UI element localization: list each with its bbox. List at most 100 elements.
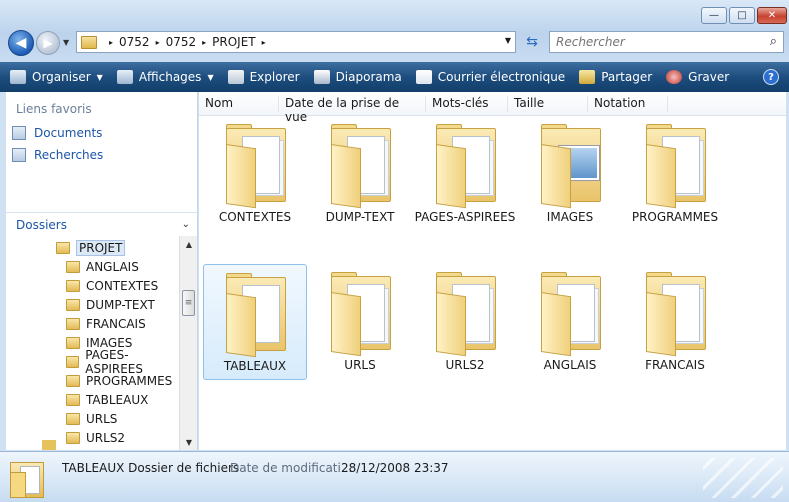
folder-tile-programmes[interactable]: PROGRAMMES — [623, 116, 727, 232]
favorite-documents[interactable]: Documents — [12, 126, 102, 140]
command-bar: Organiser ▼ Affichages ▼ Explorer Diapor… — [0, 62, 789, 92]
column-rating[interactable]: Notation — [588, 96, 668, 112]
tree-item-pages-aspirees[interactable]: PAGES-ASPIREES — [66, 348, 180, 376]
organize-label: Organiser — [32, 70, 91, 84]
slideshow-button[interactable]: Diaporama — [313, 70, 402, 84]
folder-tile-contextes[interactable]: CONTEXTES — [203, 116, 307, 232]
folders-header[interactable]: Dossiers ⌄ — [6, 212, 198, 236]
favorite-searches[interactable]: Recherches — [12, 148, 103, 162]
scroll-up-button[interactable]: ▲ — [180, 236, 198, 252]
details-date-value: 28/12/2008 23:37 — [341, 461, 449, 475]
breadcrumb-separator[interactable]: ▸ — [202, 38, 206, 47]
recent-pages-dropdown[interactable]: ▼ — [63, 38, 69, 47]
tree-item-contextes[interactable]: CONTEXTES — [66, 276, 158, 295]
folder-tile-anglais[interactable]: ANGLAIS — [518, 264, 622, 380]
tree-item-tableaux[interactable]: TABLEAUX — [66, 390, 148, 409]
tree-item-programmes[interactable]: PROGRAMMES — [66, 371, 172, 390]
folder-icon — [430, 122, 500, 209]
arrow-right-icon: ▶ — [43, 36, 53, 50]
folder-icon — [66, 279, 80, 292]
chevron-down-icon: ⌄ — [181, 219, 190, 230]
column-name[interactable]: Nom — [199, 96, 279, 112]
organize-button[interactable]: Organiser ▼ — [10, 70, 103, 84]
close-button[interactable]: ✕ — [757, 7, 787, 24]
folder-tile-pages-aspirees[interactable]: PAGES-ASPIREES — [413, 116, 517, 232]
close-icon: ✕ — [767, 9, 777, 21]
back-button[interactable]: ◀ — [8, 30, 34, 56]
folder-icon — [220, 122, 290, 209]
tree-item-label: ANGLAIS — [86, 259, 139, 274]
folder-tile-francais[interactable]: FRANCAIS — [623, 264, 727, 380]
tree-item-label: FRANCAIS — [86, 316, 146, 331]
burn-icon — [666, 70, 683, 84]
explore-label: Explorer — [249, 70, 300, 84]
minimize-button[interactable]: — — [701, 7, 727, 24]
tree-item-label: URLS2 — [86, 430, 126, 445]
folder-icon — [66, 393, 80, 406]
folder-icon — [66, 374, 80, 387]
folder-icon — [56, 241, 70, 254]
tree-scrollbar[interactable]: ▲ ≡ ▼ — [179, 236, 197, 450]
folder-tile-images[interactable]: IMAGES — [518, 116, 622, 232]
column-size[interactable]: Taille — [508, 96, 588, 112]
help-button[interactable]: ? — [763, 69, 779, 85]
tree-item-anglais[interactable]: ANGLAIS — [66, 257, 139, 276]
folder-icon — [640, 270, 710, 357]
tree-item-projet[interactable]: PROJET — [56, 238, 126, 257]
favorite-label: Recherches — [34, 148, 104, 162]
burn-button[interactable]: Graver — [666, 70, 729, 84]
breadcrumb-item[interactable]: 0752 — [166, 35, 197, 49]
column-tags[interactable]: Mots-clés — [426, 96, 508, 112]
share-button[interactable]: Partager — [579, 70, 652, 84]
folder-icon — [66, 336, 80, 349]
folder-icon — [325, 270, 395, 357]
share-icon — [579, 70, 596, 84]
slideshow-icon — [313, 70, 330, 84]
folder-icon — [81, 35, 97, 49]
folder-tile-tableaux[interactable]: TABLEAUX — [203, 264, 307, 380]
folder-icon — [535, 270, 605, 357]
details-pane: TABLEAUX Dossier de fichiers Date de mod… — [0, 451, 789, 502]
breadcrumb-item[interactable]: 0752 — [119, 35, 150, 49]
folders-title: Dossiers — [16, 217, 67, 232]
tree-item-dump-text[interactable]: DUMP-TEXT — [66, 295, 155, 314]
title-bar: — □ ✕ ◀ ▶ ▼ ▸ 0752 ▸ 0752 ▸ PROJET ▸ ▼ ⇆… — [0, 0, 789, 62]
explore-icon — [227, 70, 244, 84]
explore-button[interactable]: Explorer — [227, 70, 300, 84]
maximize-button[interactable]: □ — [729, 7, 755, 24]
folder-label: PROGRAMMES — [631, 210, 719, 224]
search-input[interactable] — [556, 35, 756, 49]
address-bar[interactable]: ▸ 0752 ▸ 0752 ▸ PROJET ▸ ▼ — [76, 31, 516, 53]
documents-icon — [12, 126, 26, 140]
minimize-icon: — — [709, 9, 719, 21]
folder-tree: PROJET ANGLAIS CONTEXTES DUMP-TEXT FRANC… — [6, 236, 180, 450]
breadcrumb-separator[interactable]: ▸ — [262, 38, 266, 47]
breadcrumb-item[interactable]: PROJET — [212, 35, 255, 49]
folder-tile-urls[interactable]: URLS — [308, 264, 412, 380]
search-box[interactable]: ⌕ — [549, 31, 784, 53]
scroll-down-button[interactable]: ▼ — [180, 434, 198, 450]
tree-item-urls2[interactable]: URLS2 — [66, 428, 125, 447]
folder-icon — [66, 412, 80, 425]
address-dropdown[interactable]: ▼ — [505, 36, 511, 45]
views-icon — [116, 70, 133, 84]
scroll-thumb[interactable]: ≡ — [182, 290, 195, 316]
caret-down-icon: ▼ — [96, 72, 103, 82]
email-button[interactable]: Courrier électronique — [415, 70, 565, 84]
views-label: Affichages — [138, 70, 202, 84]
folder-tile-dump-text[interactable]: DUMP-TEXT — [308, 116, 412, 232]
tree-item-urls[interactable]: URLS — [66, 409, 117, 428]
breadcrumb-separator[interactable]: ▸ — [156, 38, 160, 47]
arrow-left-icon: ◀ — [15, 35, 27, 51]
breadcrumb-separator[interactable]: ▸ — [109, 38, 113, 47]
refresh-button[interactable]: ⇆ — [520, 31, 544, 53]
forward-button[interactable]: ▶ — [36, 31, 60, 55]
magnifier-icon[interactable]: ⌕ — [770, 34, 777, 49]
share-label: Partager — [601, 70, 653, 84]
column-date-taken[interactable]: Date de la prise de vue — [279, 96, 426, 124]
folder-tile-urls2[interactable]: URLS2 — [413, 264, 517, 380]
folder-label: IMAGES — [546, 210, 594, 224]
searches-icon — [12, 148, 26, 162]
views-button[interactable]: Affichages ▼ — [116, 70, 214, 84]
tree-item-francais[interactable]: FRANCAIS — [66, 314, 146, 333]
